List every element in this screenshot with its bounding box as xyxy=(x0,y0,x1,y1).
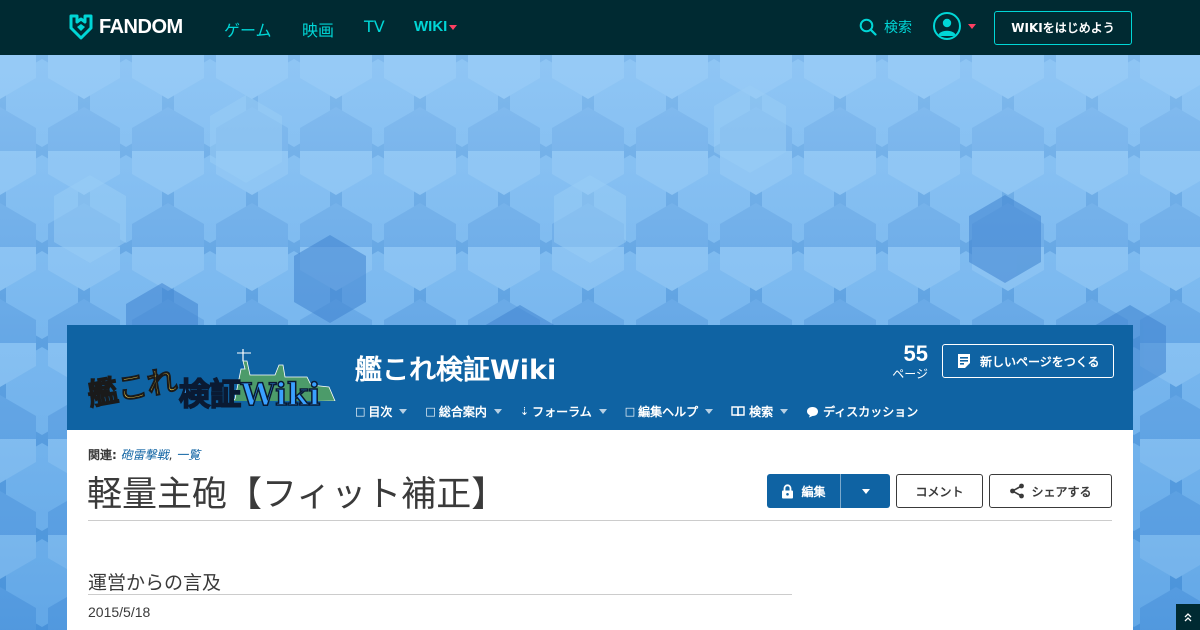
page-count-unit: ページ xyxy=(892,367,928,381)
related-categories: 関連: 砲雷撃戦, 一覧 xyxy=(88,446,200,463)
nav-games[interactable]: ゲーム xyxy=(224,17,272,41)
placeholder-icon: □ xyxy=(355,405,366,418)
related-link[interactable]: 一覧 xyxy=(176,448,200,462)
edit-button[interactable]: 編集 xyxy=(767,474,840,508)
share-button[interactable]: シェアする xyxy=(989,474,1112,508)
wiki-nav-general-guide[interactable]: □ 総合案内 xyxy=(425,403,502,420)
wiki-nav-label: 目次 xyxy=(368,405,393,419)
chevron-down-icon xyxy=(861,488,870,494)
book-icon xyxy=(731,406,745,417)
chevron-down-icon xyxy=(493,409,502,414)
wiki-title[interactable]: 艦これ検証Wiki xyxy=(355,348,556,387)
fandom-heart-icon xyxy=(69,14,93,40)
global-search[interactable]: 検索 xyxy=(859,17,912,37)
wiki-logo-line2: 検証Wiki xyxy=(179,377,320,413)
nav-wiki-label: WIKI xyxy=(414,18,448,35)
add-new-page-label: 新しいページをつくる xyxy=(980,354,1100,369)
user-icon xyxy=(938,18,956,36)
share-icon xyxy=(1010,483,1025,499)
nav-tv[interactable]: TV xyxy=(364,17,385,36)
search-icon xyxy=(859,18,877,36)
wiki-nav-label: 編集ヘルプ xyxy=(638,405,699,419)
related-label: 関連: xyxy=(88,448,117,462)
wiki-logo[interactable]: 艦これ 検証Wiki xyxy=(85,341,337,417)
comment-button[interactable]: コメント xyxy=(896,474,983,508)
scroll-to-top-button[interactable] xyxy=(1176,604,1200,630)
share-label: シェアする xyxy=(1031,484,1092,499)
chevron-down-icon xyxy=(449,24,458,30)
wiki-nav-table-of-contents[interactable]: □ 目次 xyxy=(355,403,408,420)
nav-movies[interactable]: 映画 xyxy=(302,17,334,41)
chevron-down-icon xyxy=(399,409,408,414)
title-divider xyxy=(88,520,1112,521)
anchor-icon: ⇣ xyxy=(519,405,530,418)
section-heading: 運営からの言及 xyxy=(88,572,222,594)
article-content: 関連: 砲雷撃戦, 一覧 軽量主砲【フィット補正】 編集 コメント シェアする … xyxy=(67,430,1133,630)
section-date: 2015/5/18 xyxy=(88,604,151,620)
wiki-local-navigation: □ 目次 □ 総合案内 ⇣ フォーラム □ 編集ヘルプ 検索 ディスカッション xyxy=(355,403,936,420)
page-count-number: 55 xyxy=(903,341,928,366)
wiki-nav-discussions[interactable]: ディスカッション xyxy=(806,403,918,420)
placeholder-icon: □ xyxy=(624,405,636,418)
start-a-wiki-button[interactable]: WIKIをはじめよう xyxy=(994,11,1132,45)
section-divider xyxy=(88,594,792,595)
wiki-nav-label: ディスカッション xyxy=(823,405,919,419)
search-label: 検索 xyxy=(884,20,912,36)
chevron-down-icon xyxy=(705,409,714,414)
add-new-page-button[interactable]: 新しいページをつくる xyxy=(942,344,1114,378)
wiki-nav-label: 検索 xyxy=(749,405,774,419)
edit-button-group: 編集 xyxy=(767,474,890,508)
double-chevron-up-icon xyxy=(1184,613,1192,622)
user-avatar[interactable] xyxy=(933,12,961,40)
wiki-nav-label: 総合案内 xyxy=(438,405,487,419)
fandom-logo[interactable]: FANDOM xyxy=(68,14,183,40)
wiki-nav-search[interactable]: 検索 xyxy=(731,403,789,420)
lock-icon xyxy=(782,483,794,498)
wiki-page-counter: 55 ページ xyxy=(892,341,928,381)
fandom-logo-text: FANDOM xyxy=(99,15,183,38)
page-add-icon xyxy=(958,354,970,368)
edit-dropdown-button[interactable] xyxy=(840,474,890,508)
related-link[interactable]: 砲雷撃戦 xyxy=(121,448,169,462)
wiki-nav-edit-help[interactable]: □ 編集ヘルプ xyxy=(624,403,714,420)
chevron-down-icon xyxy=(598,409,607,414)
page-title: 軽量主砲【フィット補正】 xyxy=(87,475,507,515)
fandom-global-nav: FANDOM ゲーム 映画 TV WIKI 検索 WIKIをはじめよう xyxy=(0,0,1200,55)
placeholder-icon: □ xyxy=(425,405,436,418)
chevron-down-icon xyxy=(780,409,789,414)
speech-bubble-icon xyxy=(807,406,819,417)
avatar-chevron-down-icon[interactable] xyxy=(968,24,976,29)
wiki-nav-label: フォーラム xyxy=(532,405,592,419)
wiki-header: 艦これ 検証Wiki 艦これ検証Wiki 55 ページ 新しいページをつくる □… xyxy=(67,325,1133,430)
wiki-nav-forum[interactable]: ⇣ フォーラム xyxy=(520,403,607,420)
nav-wiki[interactable]: WIKI xyxy=(414,18,458,35)
edit-label: 編集 xyxy=(801,484,826,499)
